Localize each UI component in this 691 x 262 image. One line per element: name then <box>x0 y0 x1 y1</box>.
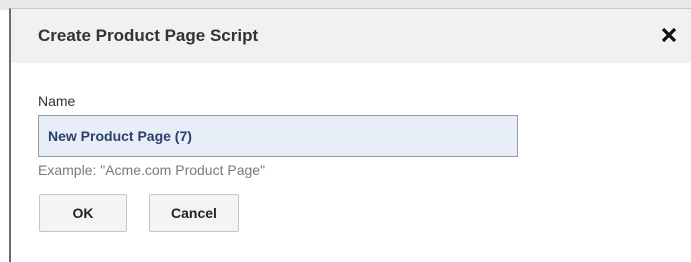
name-label: Name <box>38 93 76 109</box>
dialog-header: Create Product Page Script <box>11 9 691 63</box>
close-button[interactable] <box>657 23 681 47</box>
name-input[interactable] <box>38 115 518 157</box>
ok-button[interactable]: OK <box>39 194 127 232</box>
dialog-title: Create Product Page Script <box>38 26 259 45</box>
create-product-page-script-dialog: Create Product Page Script Name Example:… <box>9 8 691 262</box>
close-icon <box>657 23 681 47</box>
name-example-hint: Example: "Acme.com Product Page" <box>38 162 266 178</box>
cancel-button[interactable]: Cancel <box>149 194 239 232</box>
